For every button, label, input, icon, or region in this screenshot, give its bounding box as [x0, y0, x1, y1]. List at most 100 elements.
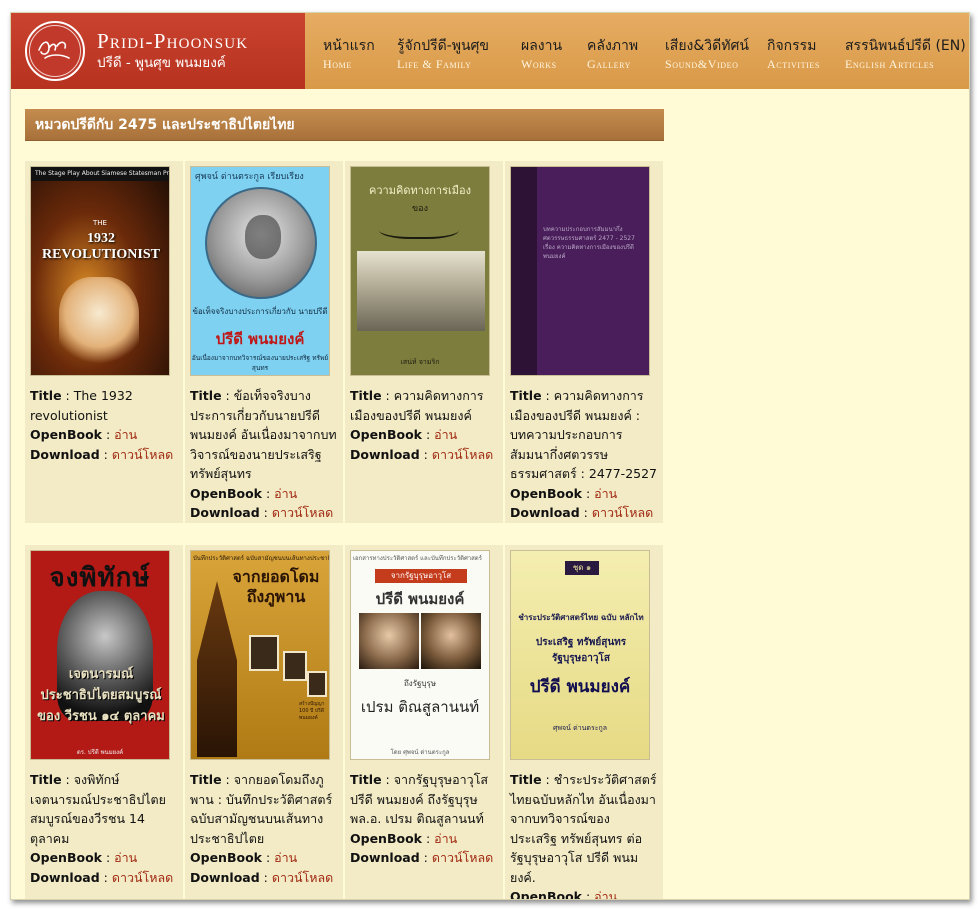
book-cover-image[interactable]: จงพิทักษ์ เจตนารมณ์ ประชาธิปไตยสมบูรณ์ ข… — [30, 550, 170, 760]
cover-band-text: The Stage Play About Siamese Statesman P… — [31, 167, 169, 181]
nav-label-en: Life & Family — [397, 57, 472, 71]
title-label: Title — [350, 388, 382, 403]
cover-name-text: ปรีดี พนมยงค์ — [215, 330, 305, 348]
download-label: Download — [350, 850, 420, 865]
cover-top-text: เอกสารทางประวัติศาสตร์ และบันทึกประวัติศ… — [353, 555, 482, 562]
open-book-link[interactable]: อ่าน — [114, 427, 137, 442]
download-link[interactable]: ดาวน์โหลด — [112, 870, 173, 885]
cover-portrait-image — [421, 613, 481, 669]
brand-logo-area[interactable]: Pridi-Phoonsuk ปรีดี - พูนศุข พนมยงค์ — [11, 13, 305, 89]
book-card: เอกสารทางประวัติศาสตร์ และบันทึกประวัติศ… — [345, 545, 503, 899]
title-label: Title — [30, 388, 62, 403]
category-title: หมวดปรีดีกับ 2475 และประชาธิปไตยไทย — [25, 109, 664, 141]
brand-name-th: ปรีดี - พูนศุข พนมยงค์ — [97, 55, 226, 71]
nav-item-gallery[interactable]: คลังภาพ Gallery — [587, 37, 665, 73]
nav-label-th: ผลงาน — [521, 38, 563, 54]
cover-title-text: จากยอดโดม ถึงภูพาน — [232, 567, 320, 606]
cover-author-text: ศุพจน์ ด่านตระกูล เรียบเรียง — [195, 172, 304, 182]
title-label: Title — [510, 772, 542, 787]
nav-label-th: สรรนิพนธ์ปรีดี (EN) — [845, 38, 966, 54]
cover-subtitle-text: เจตนารมณ์ ประชาธิปไตยสมบูรณ์ ของ วีรชน ๑… — [37, 667, 165, 724]
cover-small-text: THE — [93, 219, 107, 227]
nav-label-en: Sound&Video — [665, 57, 739, 71]
open-book-link[interactable]: อ่าน — [434, 831, 457, 846]
nav-item-sound-video[interactable]: เสียง&วิดีทัศน์ Sound&Video — [665, 37, 767, 73]
cover-side-text: สร้างปัญญา 100 ปี ปรีดี พนมยงค์ — [299, 701, 325, 721]
open-book-link[interactable]: อ่าน — [594, 889, 617, 899]
download-link[interactable]: ดาวน์โหลด — [432, 850, 493, 865]
book-cover-image[interactable]: บทความประกอบการสัมมนากึ่งศตวรรษธรรมศาสตร… — [510, 166, 650, 376]
cover-footer-text: โดย ศุพจน์ ด่านตระกูล — [390, 749, 450, 756]
cover-bar-text: จากรัฐบุรุษอาวุโส — [375, 569, 467, 583]
cover-subtitle-text: ประเสริฐ ทรัพย์สุนทร — [535, 637, 627, 648]
openbook-label: OpenBook — [190, 850, 262, 865]
book-cover-image[interactable]: ศุพจน์ ด่านตระกูล เรียบเรียง ข้อเท็จจริง… — [190, 166, 330, 376]
nav-item-activities[interactable]: กิจกรรม Activities — [767, 37, 845, 73]
title-label: Title — [510, 388, 542, 403]
openbook-label: OpenBook — [510, 485, 582, 501]
cover-footer-text: ดร. ปรีดี พนมยงค์ — [76, 749, 124, 756]
book-title-text: ชำระประวัติศาสตร์ไทยฉบับหลักไท อันเนื่อง… — [510, 772, 657, 885]
book-card: ความคิดทางการเมือง ของ เสน่ห์ จามริก Tit… — [345, 161, 503, 523]
title-label: Title — [190, 388, 222, 403]
nav-item-life-family[interactable]: รู้จักปรีดี-พูนศุข Life & Family — [397, 37, 521, 73]
openbook-label: OpenBook — [30, 427, 102, 442]
book-title: Title : The 1932 revolutionist — [30, 388, 133, 423]
cover-photo-image — [357, 251, 485, 331]
cover-subtitle-text: ข้อเท็จจริงบางประการเกี่ยวกับ นายปรีดี — [192, 307, 328, 316]
cover-name-text: ปรีดี พนมยงค์ — [529, 677, 631, 697]
cover-subtitle-text: รัฐบุรุษอาวุโส — [552, 653, 610, 664]
cover-footer-text: อันเนื่องมาจากบทวิจารณ์ของนายประเสริฐ ทร… — [191, 354, 329, 372]
download-label: Download — [30, 869, 100, 885]
nav-item-home[interactable]: หน้าแรก Home — [323, 37, 397, 73]
nav-label-th: คลังภาพ — [587, 38, 639, 54]
cover-portrait-image — [205, 187, 317, 299]
openbook-label: OpenBook — [190, 485, 262, 501]
download-link[interactable]: ดาวน์โหลด — [112, 447, 173, 462]
cover-footer-text: ศุพจน์ ด่านตระกูล — [552, 724, 608, 732]
book-row: The Stage Play About Siamese Statesman P… — [25, 161, 664, 523]
download-link[interactable]: ดาวน์โหลด — [272, 505, 333, 520]
book-cover-image[interactable]: เอกสารทางประวัติศาสตร์ และบันทึกประวัติศ… — [350, 550, 490, 760]
cover-title-text: ความคิดทางการเมือง — [369, 184, 471, 197]
open-book-link[interactable]: อ่าน — [114, 850, 137, 865]
openbook-label: OpenBook — [30, 850, 102, 865]
cover-subtitle-text: ถึงรัฐบุรุษ — [403, 679, 437, 688]
book-cover-image[interactable]: ชุด ๑ ชำระประวัติศาสตร์ไทย ฉบับ หลักไท ป… — [510, 550, 650, 760]
open-book-link[interactable]: อ่าน — [594, 486, 617, 501]
cover-subtitle-text: ของ — [412, 204, 428, 214]
cover-title-text: บทความประกอบการสัมมนากึ่งศตวรรษธรรมศาสตร… — [543, 226, 635, 260]
cover-name-text: ปรีดี พนมยงค์ — [375, 590, 465, 608]
open-book-link[interactable]: อ่าน — [274, 486, 297, 501]
cover-name-text: เปรม ติณสูลานนท์ — [360, 698, 480, 716]
nav-label-en: English Articles — [845, 57, 935, 71]
download-label: Download — [190, 505, 260, 520]
book-cover-image[interactable]: The Stage Play About Siamese Statesman P… — [30, 166, 170, 376]
download-link[interactable]: ดาวน์โหลด — [432, 447, 493, 462]
download-label: Download — [190, 869, 260, 885]
cover-photo-image — [283, 651, 307, 681]
download-link[interactable]: ดาวน์โหลด — [592, 505, 653, 520]
nav-item-works[interactable]: ผลงาน Works — [521, 37, 587, 73]
page-frame: Pridi-Phoonsuk ปรีดี - พูนศุข พนมยงค์ หน… — [10, 12, 970, 900]
book-card: The Stage Play About Siamese Statesman P… — [25, 161, 183, 523]
main-nav: หน้าแรก Home รู้จักปรีดี-พูนศุข Life & F… — [305, 13, 969, 89]
book-row: จงพิทักษ์ เจตนารมณ์ ประชาธิปไตยสมบูรณ์ ข… — [25, 545, 664, 900]
cover-dome-image — [197, 581, 237, 757]
book-card: บทความประกอบการสัมมนากึ่งศตวรรษธรรมศาสตร… — [505, 161, 663, 523]
open-book-link[interactable]: อ่าน — [434, 427, 457, 442]
openbook-label: OpenBook — [510, 889, 582, 900]
book-cover-image[interactable]: ความคิดทางการเมือง ของ เสน่ห์ จามริก — [350, 166, 490, 376]
download-label: Download — [350, 446, 420, 462]
book-cover-image[interactable]: บันทึกประวัติศาสตร์ ฉบับสามัญชนบนเส้นทาง… — [190, 550, 330, 760]
book-card: ชุด ๑ ชำระประวัติศาสตร์ไทย ฉบับ หลักไท ป… — [505, 545, 663, 900]
nav-label-en: Home — [323, 57, 352, 71]
open-book-link[interactable]: อ่าน — [274, 850, 297, 865]
download-link[interactable]: ดาวน์โหลด — [272, 870, 333, 885]
nav-label-en: Gallery — [587, 57, 631, 71]
nav-item-english-articles[interactable]: สรรนิพนธ์ปรีดี (EN) English Articles — [845, 37, 966, 73]
cover-spine — [511, 167, 537, 375]
book-card: บันทึกประวัติศาสตร์ ฉบับสามัญชนบนเส้นทาง… — [185, 545, 343, 899]
brand-name-en: Pridi-Phoonsuk — [97, 29, 249, 53]
title-label: Title — [190, 772, 222, 787]
